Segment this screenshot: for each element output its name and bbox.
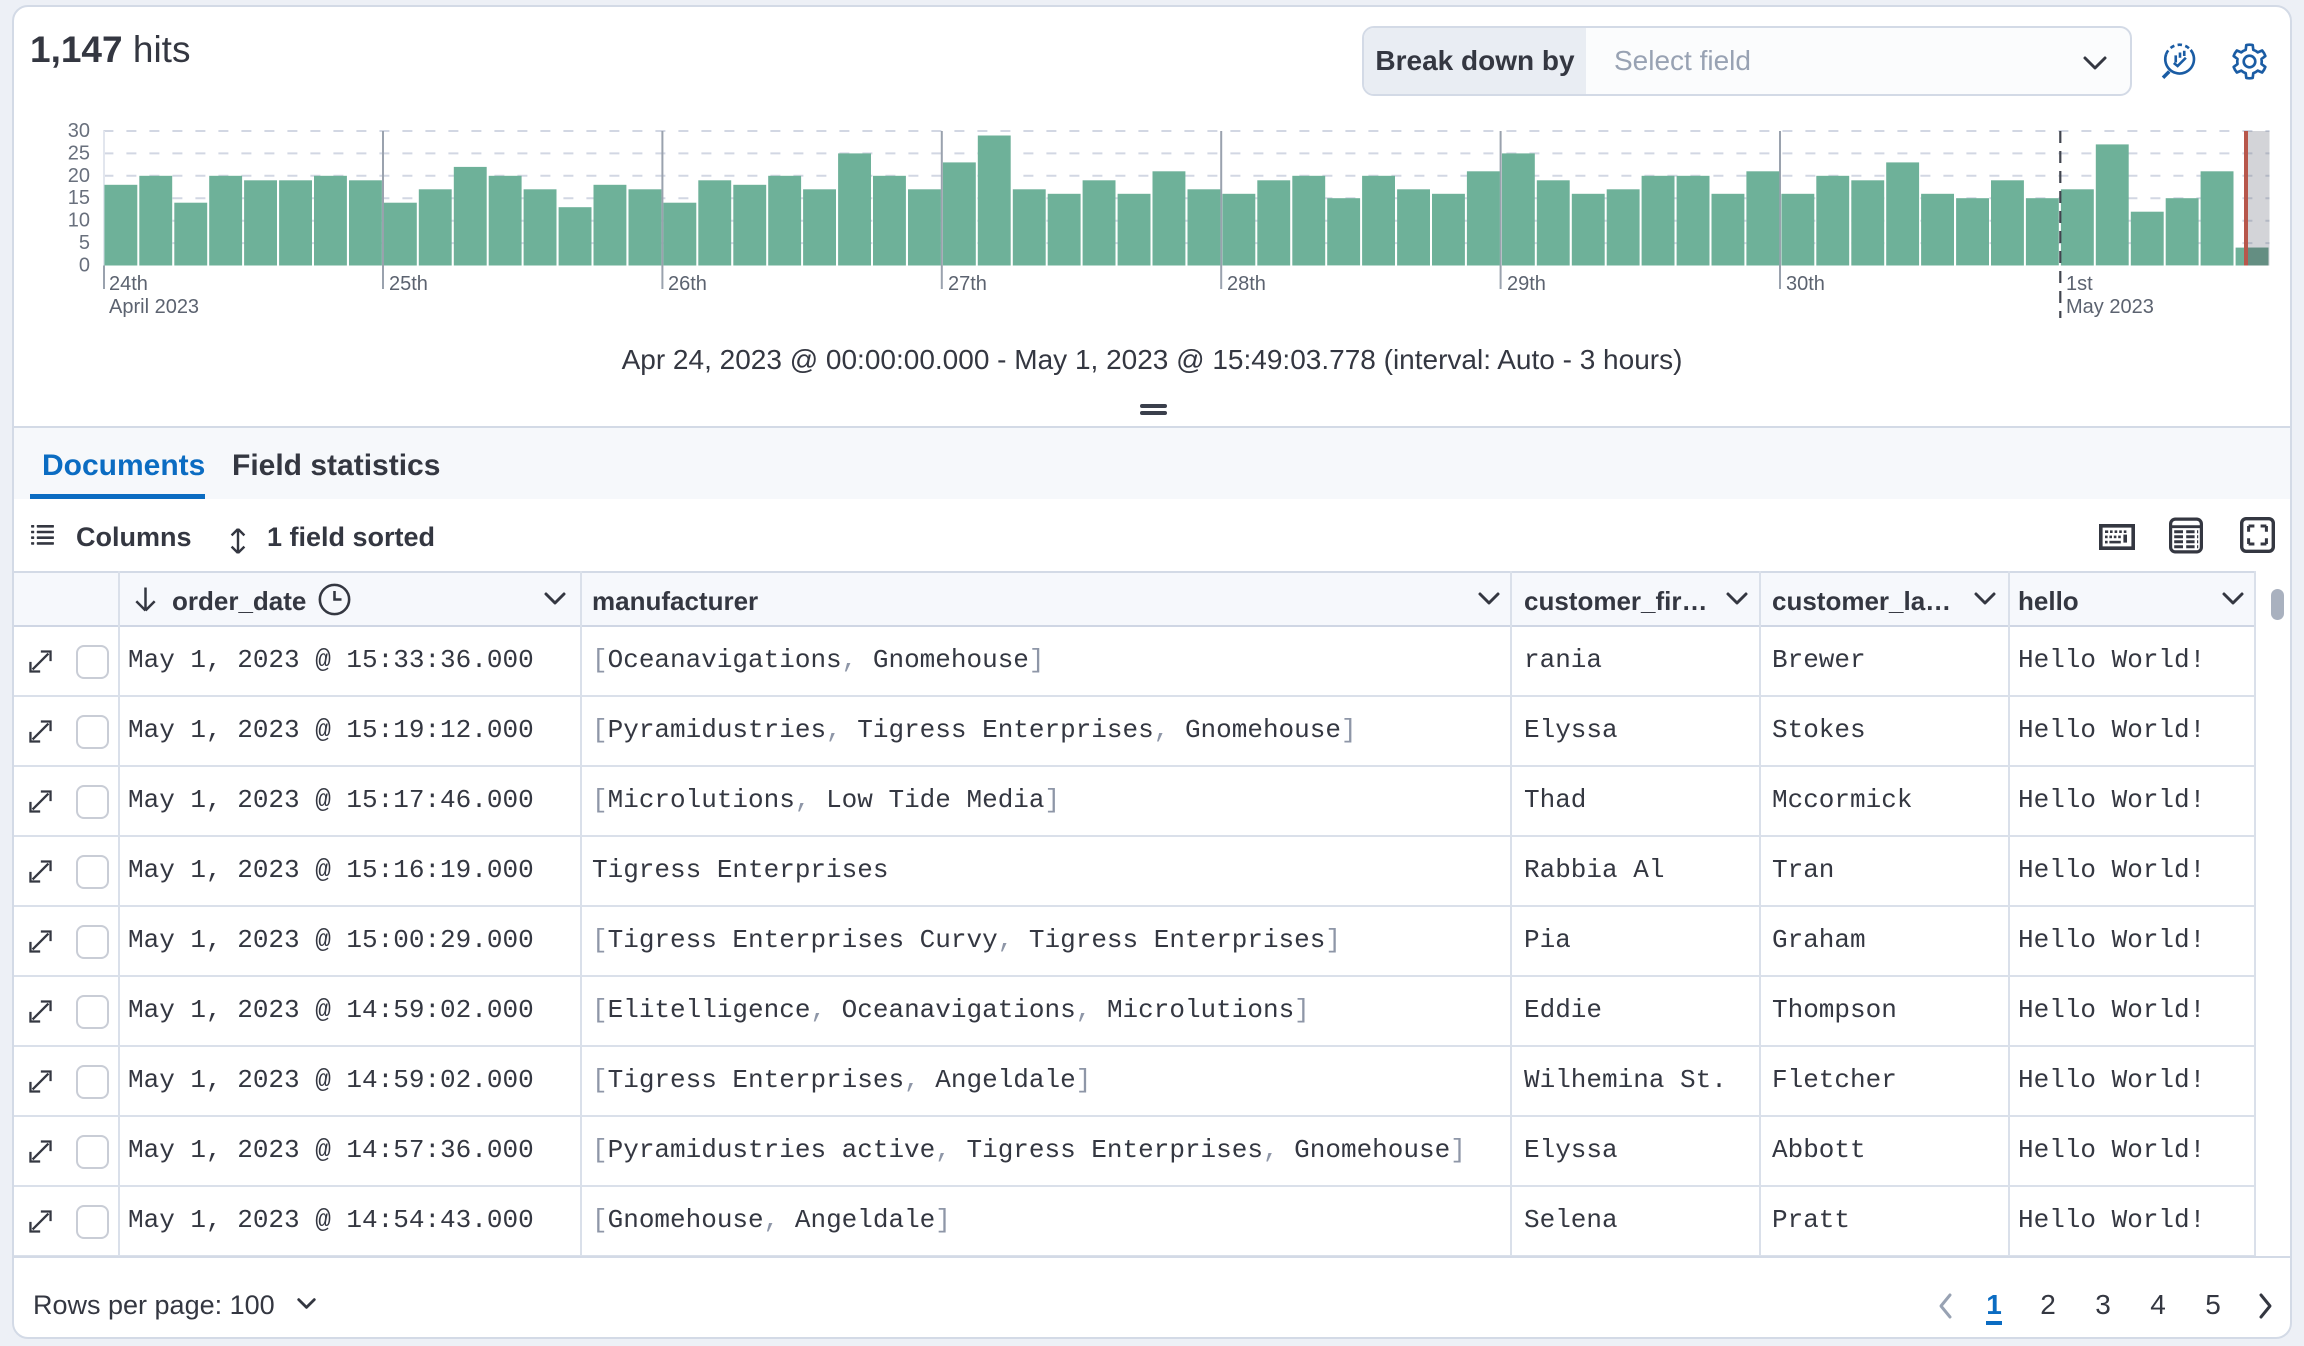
svg-text:24th: 24th [109, 273, 148, 295]
svg-text:1st: 1st [2066, 273, 2093, 295]
svg-text:25: 25 [68, 142, 90, 164]
svg-text:27th: 27th [948, 273, 987, 295]
svg-text:5: 5 [79, 232, 90, 254]
svg-text:28th: 28th [1227, 273, 1266, 295]
svg-text:29th: 29th [1507, 273, 1546, 295]
svg-text:26th: 26th [668, 273, 707, 295]
svg-text:April 2023: April 2023 [109, 296, 199, 318]
svg-text:20: 20 [68, 165, 90, 187]
svg-text:May 2023: May 2023 [2066, 296, 2154, 318]
svg-text:25th: 25th [389, 273, 428, 295]
svg-text:0: 0 [79, 255, 90, 277]
svg-text:10: 10 [68, 210, 90, 232]
svg-text:15: 15 [68, 187, 90, 209]
svg-text:30: 30 [68, 120, 90, 142]
svg-text:30th: 30th [1786, 273, 1825, 295]
